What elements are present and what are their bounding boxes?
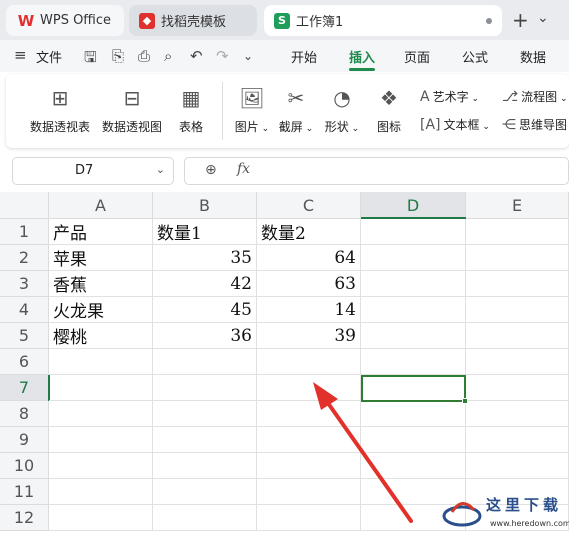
watermark-title: 这里下载 bbox=[486, 496, 563, 514]
watermark-swirl-icon bbox=[442, 502, 482, 527]
watermark-url: www.heredown.com bbox=[490, 519, 569, 528]
annotation-arrow-shaft bbox=[321, 394, 413, 523]
watermark-logo: 这里下载 www.heredown.com bbox=[440, 492, 569, 533]
annotation-arrow-head bbox=[313, 382, 338, 410]
annotation-arrow bbox=[313, 382, 413, 523]
